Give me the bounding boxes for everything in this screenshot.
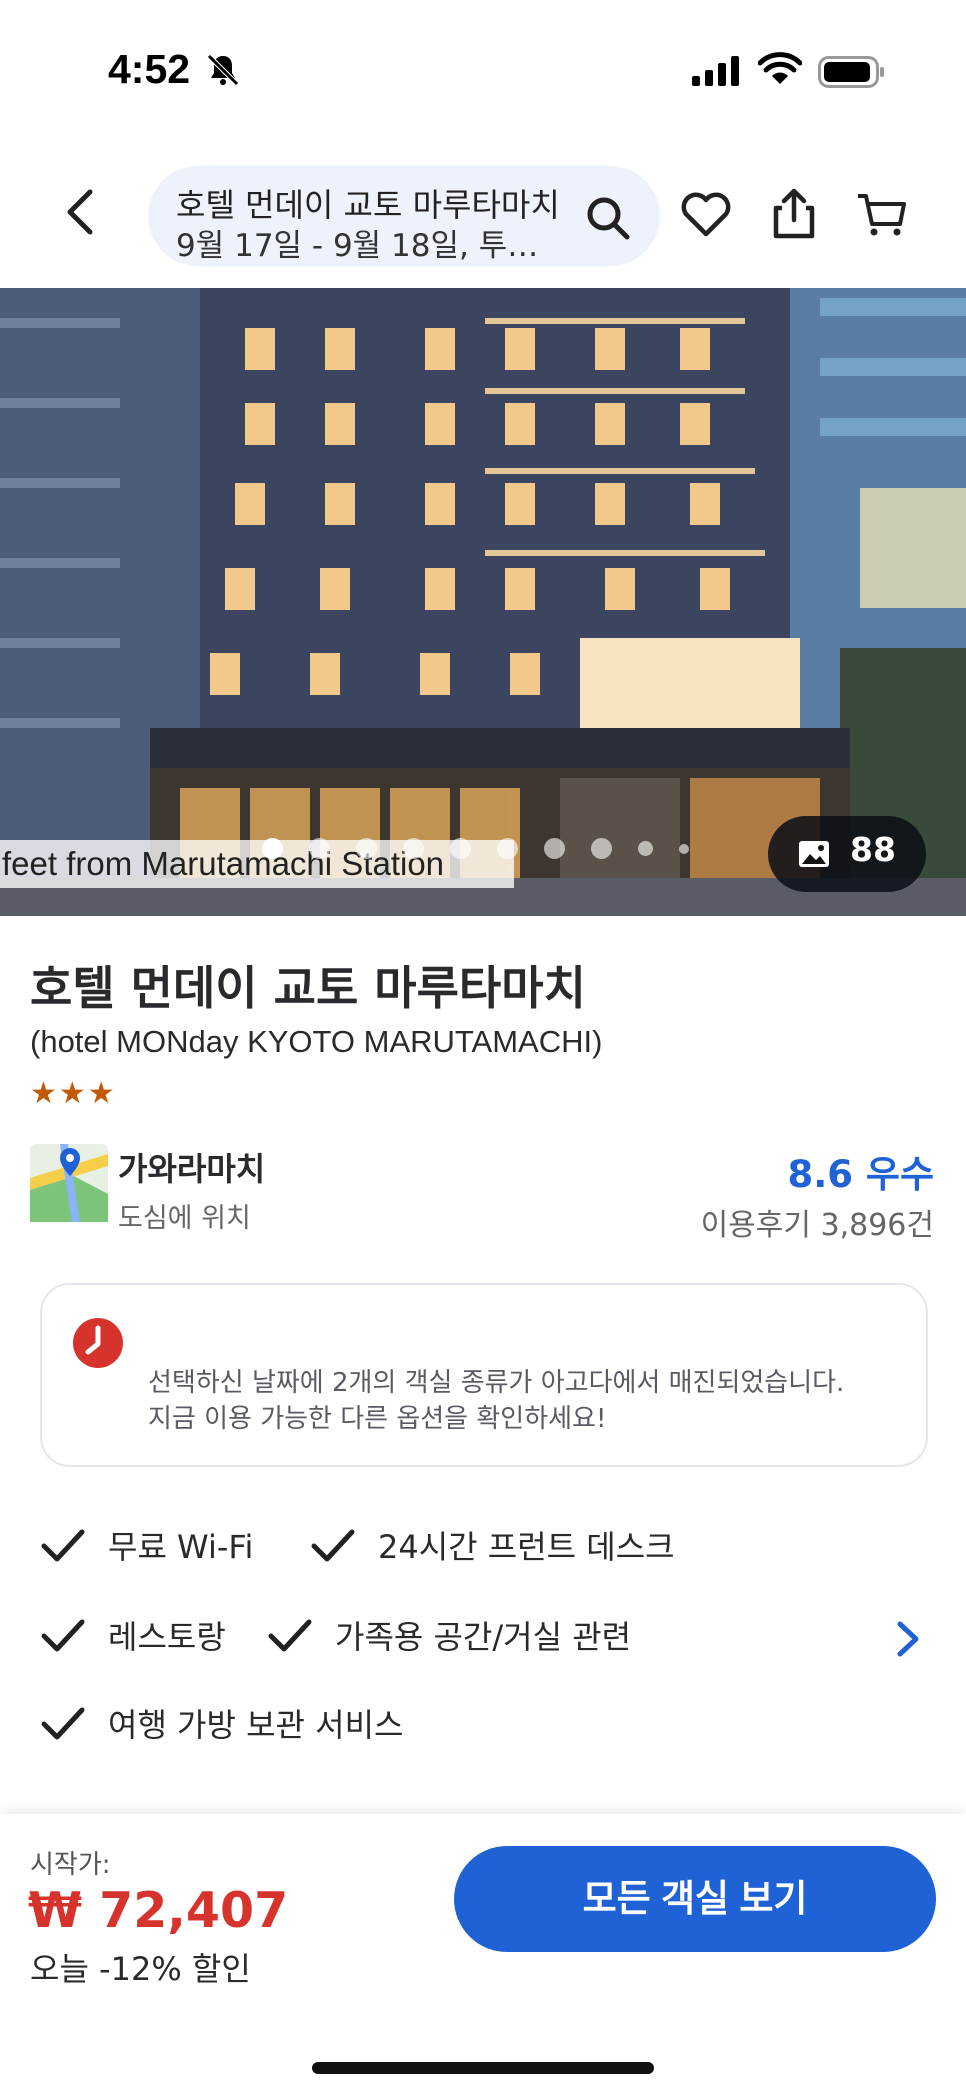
share-icon[interactable] bbox=[766, 186, 822, 242]
map-pin-icon[interactable] bbox=[30, 1144, 108, 1222]
carousel-dot bbox=[403, 838, 424, 859]
back-button[interactable] bbox=[52, 182, 112, 242]
chevron-left-icon bbox=[67, 189, 93, 235]
carousel-dot bbox=[679, 843, 689, 854]
check-icon bbox=[268, 1619, 312, 1652]
review-count[interactable]: 이용후기 3,896건 bbox=[701, 1200, 934, 1244]
favorite-heart-icon[interactable] bbox=[678, 186, 734, 242]
amenity-label: 가족용 공간/거실 관련 bbox=[335, 1618, 632, 1656]
amenity-label: 24시간 프런트 데스크 bbox=[378, 1528, 675, 1566]
carousel-dot bbox=[356, 838, 377, 859]
silent-bell-icon bbox=[205, 52, 241, 92]
carousel-page-indicator bbox=[262, 838, 689, 859]
image-icon bbox=[798, 840, 830, 872]
top-nav-bar: 호텔 먼데이 교토 마루타마치 9월 17일 - 9월 18일, 투… bbox=[0, 160, 966, 270]
carousel-dot bbox=[309, 838, 330, 859]
carousel-dot bbox=[544, 838, 565, 859]
check-icon bbox=[41, 1619, 85, 1652]
status-bar: 4:52 bbox=[0, 0, 966, 140]
clock-icon bbox=[72, 1317, 124, 1373]
hotel-name-english: (hotel MONday KYOTO MARUTAMACHI) bbox=[30, 1024, 603, 1059]
check-icon bbox=[41, 1529, 85, 1562]
discount-label: 오늘 -12% 할인 bbox=[30, 1950, 251, 1988]
home-indicator[interactable] bbox=[312, 2062, 654, 2074]
amenity-item: 24시간 프런트 데스크 bbox=[308, 1520, 675, 1570]
photo-count-badge[interactable]: 88 bbox=[768, 816, 926, 892]
price: ₩ 72,407 bbox=[28, 1882, 289, 1939]
alert-line-2: 지금 이용 가능한 다른 옵션을 확인하세요! bbox=[148, 1404, 607, 1434]
alert-line-1: 선택하신 날짜에 2개의 객실 종류가 아고다에서 매진되었습니다. bbox=[148, 1368, 845, 1398]
amenities-more-button[interactable] bbox=[888, 1614, 928, 1664]
search-icon[interactable] bbox=[584, 194, 632, 246]
sold-out-alert: 선택하신 날짜에 2개의 객실 종류가 아고다에서 매진되었습니다. 지금 이용… bbox=[40, 1283, 928, 1467]
status-time: 4:52 bbox=[108, 46, 191, 92]
alert-message: 선택하신 날짜에 2개의 객실 종류가 아고다에서 매진되었습니다. 지금 이용… bbox=[148, 1365, 844, 1437]
amenity-item: 가족용 공간/거실 관련 bbox=[265, 1610, 631, 1660]
amenity-label: 여행 가방 보관 서비스 bbox=[108, 1706, 404, 1744]
check-icon bbox=[311, 1529, 355, 1562]
booking-bar: 시작가: ₩ 72,407 오늘 -12% 할인 모든 객실 보기 bbox=[0, 1814, 966, 2094]
view-all-rooms-button[interactable]: 모든 객실 보기 bbox=[454, 1846, 936, 1952]
amenity-item: 레스토랑 bbox=[38, 1610, 226, 1660]
carousel-dot bbox=[262, 838, 283, 859]
chevron-right-icon bbox=[897, 1621, 919, 1657]
carousel-dot bbox=[638, 841, 653, 856]
photo-count: 88 bbox=[850, 830, 896, 869]
location-name[interactable]: 가와라마치 bbox=[118, 1144, 265, 1190]
price-from-label: 시작가: bbox=[30, 1850, 111, 1880]
search-summary-pill[interactable]: 호텔 먼데이 교토 마루타마치 9월 17일 - 9월 18일, 투… bbox=[148, 166, 660, 266]
search-dates: 9월 17일 - 9월 18일, 투… bbox=[176, 228, 539, 264]
hotel-name: 호텔 먼데이 교토 마루타마치 bbox=[30, 961, 586, 1015]
carousel-dot bbox=[450, 838, 471, 859]
location-description: 도심에 위치 bbox=[118, 1203, 251, 1234]
cart-icon[interactable] bbox=[854, 186, 910, 242]
carousel-dot bbox=[591, 838, 612, 859]
hotel-photo-carousel[interactable]: feet from Marutamachi Station 88 bbox=[0, 288, 966, 916]
wifi-icon bbox=[757, 52, 803, 90]
amenity-label: 무료 Wi-Fi bbox=[108, 1528, 254, 1566]
star-rating: ★★★ bbox=[30, 1076, 117, 1111]
battery-icon bbox=[818, 56, 886, 92]
review-score[interactable]: 8.6 우수 bbox=[787, 1144, 934, 1198]
amenity-item: 무료 Wi-Fi bbox=[38, 1520, 253, 1570]
carousel-dot bbox=[497, 838, 518, 859]
check-icon bbox=[41, 1707, 85, 1740]
cellular-signal-icon bbox=[692, 56, 740, 90]
amenity-label: 레스토랑 bbox=[108, 1618, 226, 1656]
amenity-item: 여행 가방 보관 서비스 bbox=[38, 1698, 403, 1748]
